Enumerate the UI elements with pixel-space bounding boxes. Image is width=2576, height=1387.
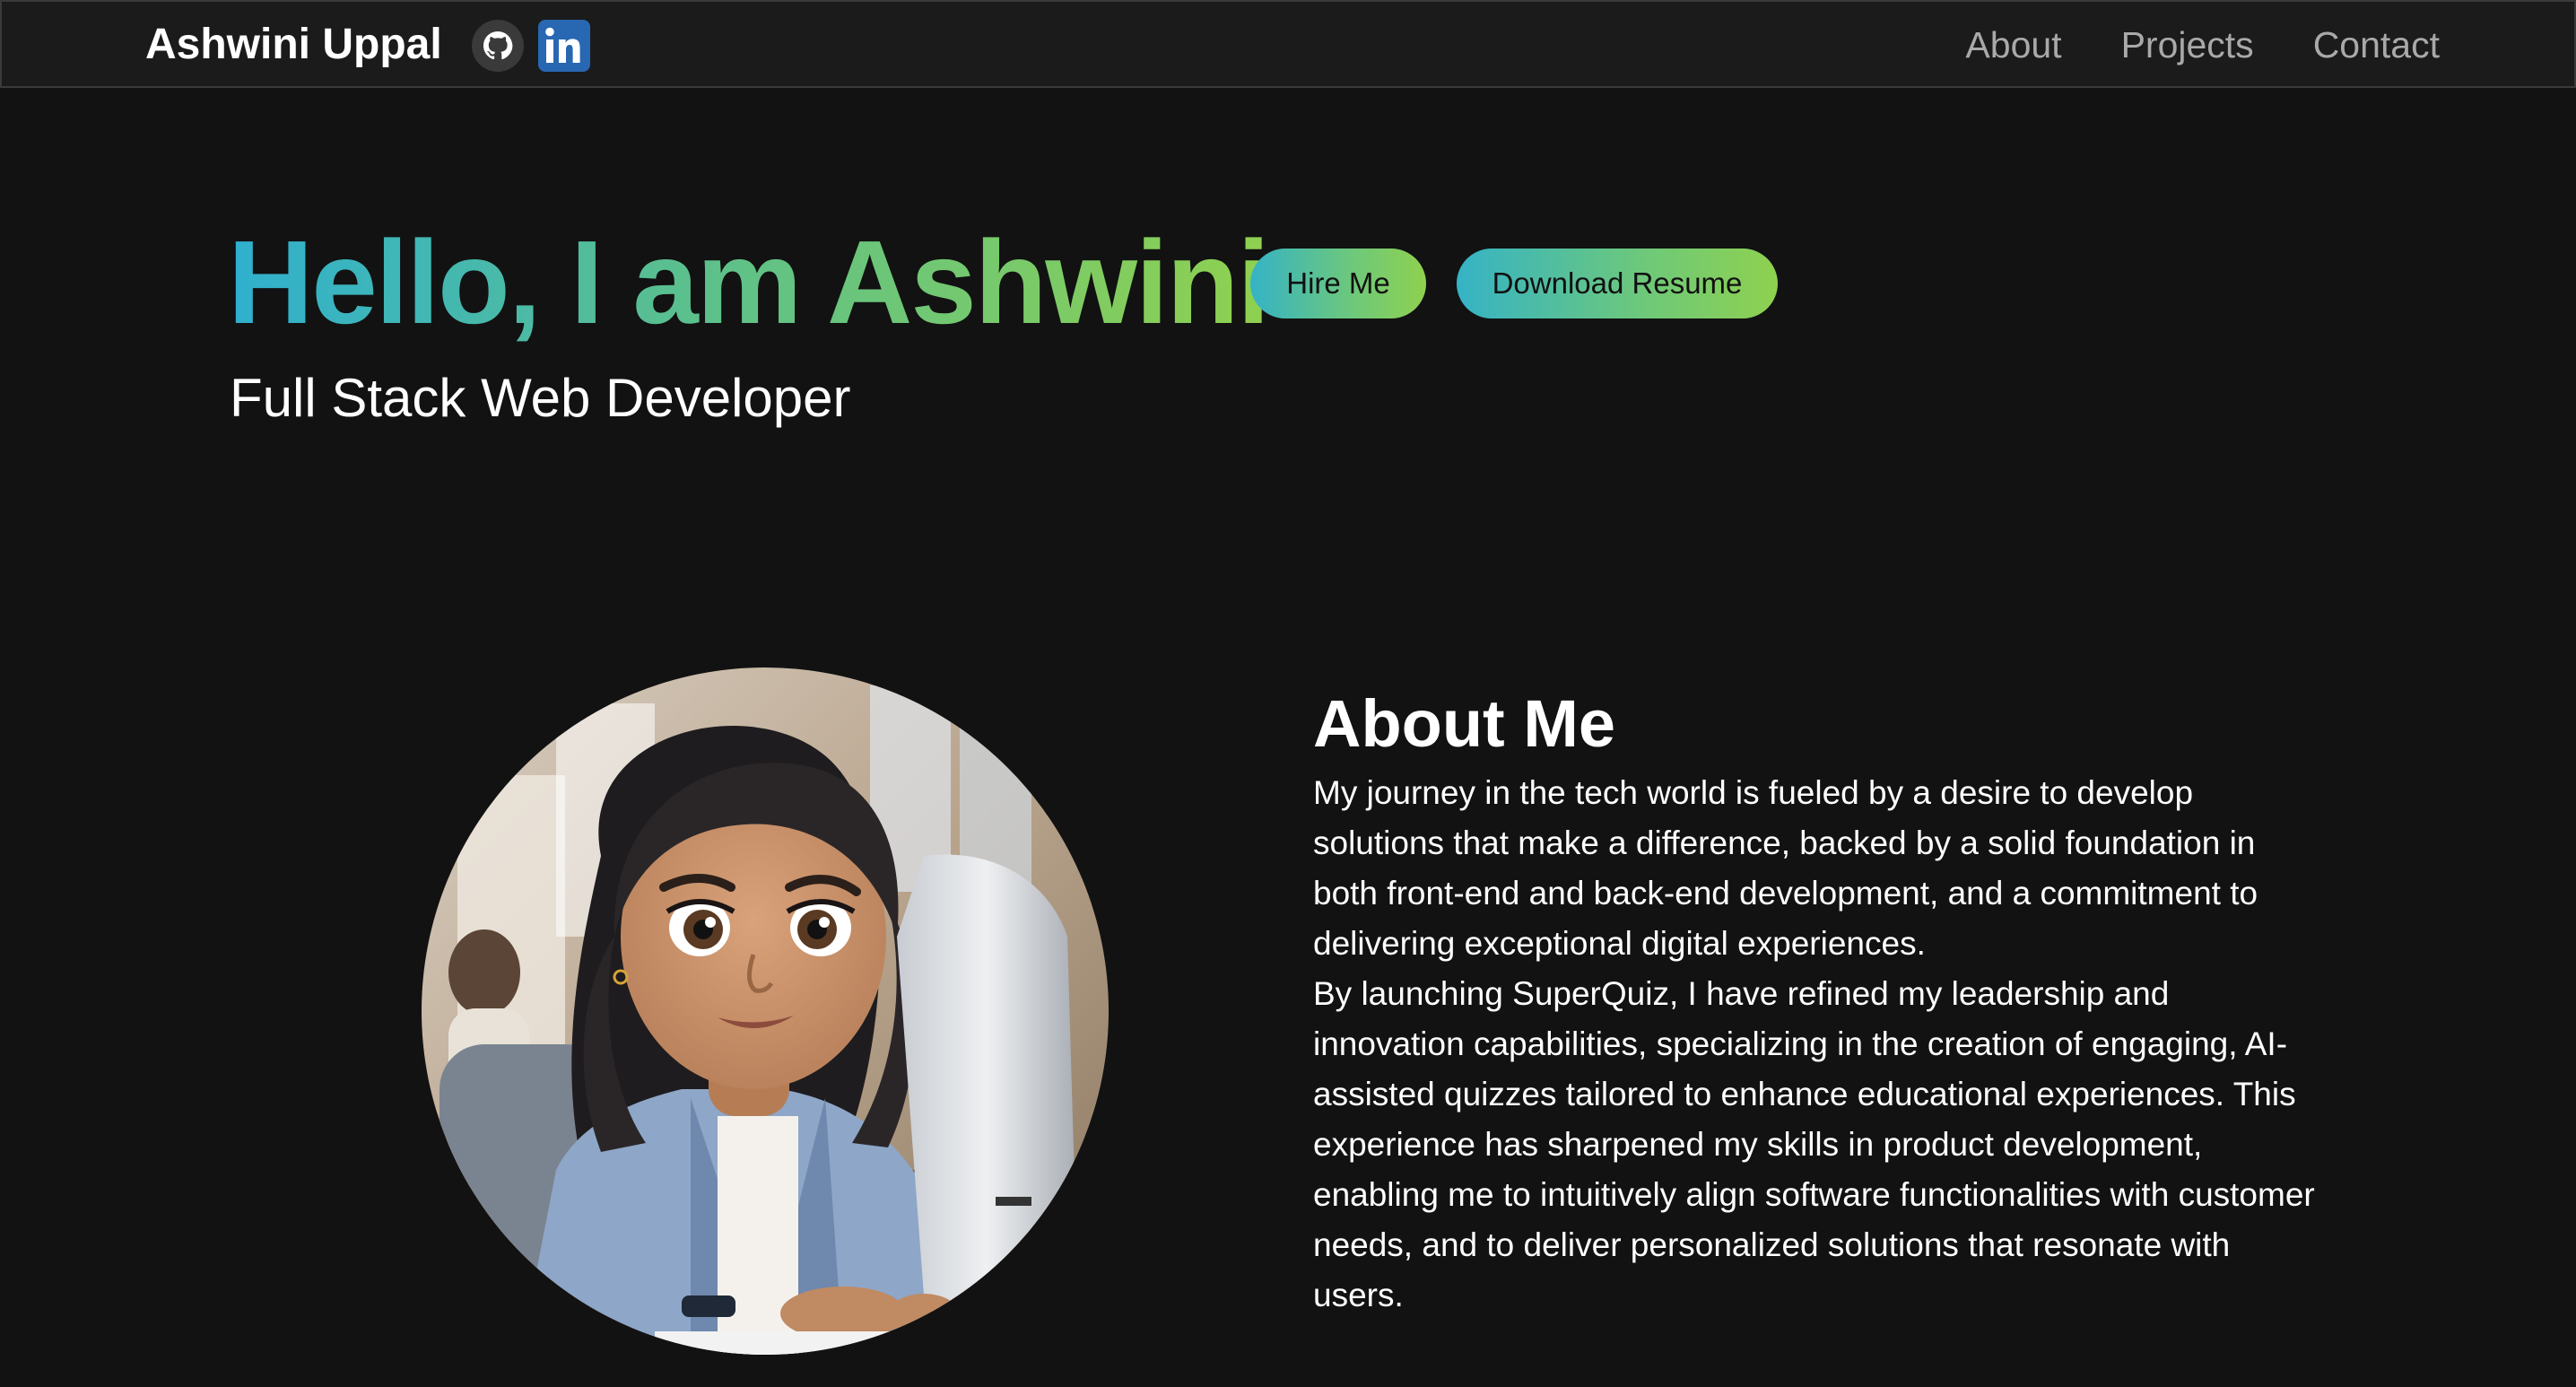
hero-subtitle: Full Stack Web Developer bbox=[230, 368, 851, 428]
profile-avatar bbox=[422, 667, 1109, 1355]
nav-links: About Projects Contact bbox=[1965, 18, 2440, 72]
navbar: Ashwini Uppal About Projects Contact bbox=[0, 0, 2576, 88]
hire-me-button[interactable]: Hire Me bbox=[1250, 249, 1426, 318]
linkedin-link[interactable] bbox=[538, 20, 590, 72]
nav-link-projects[interactable]: Projects bbox=[2121, 18, 2254, 72]
about-text: My journey in the tech world is fueled b… bbox=[1313, 768, 2327, 1321]
brand-name[interactable]: Ashwini Uppal bbox=[145, 18, 442, 72]
about-paragraph: By launching SuperQuiz, I have refined m… bbox=[1313, 975, 2315, 1313]
hero-title: Hello, I am Ashwini bbox=[228, 216, 1270, 348]
download-resume-button[interactable]: Download Resume bbox=[1457, 249, 1778, 318]
about-paragraph: My journey in the tech world is fueled b… bbox=[1313, 774, 2258, 962]
about-heading: About Me bbox=[1313, 686, 1616, 761]
github-icon bbox=[472, 20, 524, 72]
nav-link-contact[interactable]: Contact bbox=[2313, 18, 2440, 72]
github-link[interactable] bbox=[472, 20, 524, 72]
linkedin-icon bbox=[538, 20, 590, 72]
nav-link-about[interactable]: About bbox=[1965, 18, 2061, 72]
